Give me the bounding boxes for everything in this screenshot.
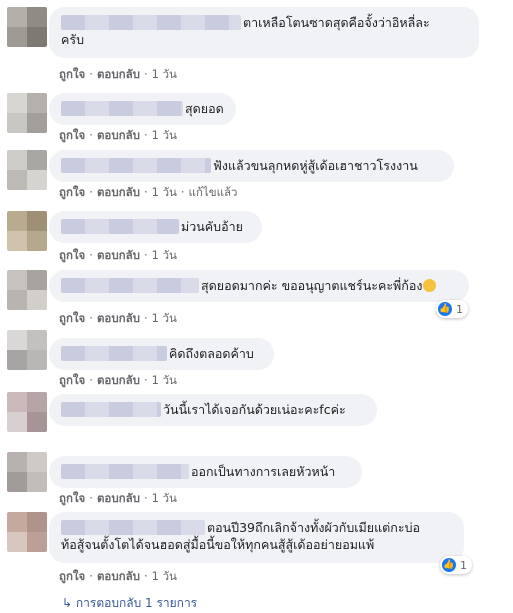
like-link[interactable]: ถูกใจ xyxy=(59,248,85,262)
comment-text: วันนี้เราได้เจอกันด้วยเน่อะคะfcค่ะ xyxy=(163,402,346,417)
separator-dot: · xyxy=(143,128,148,142)
comment-text: ตอนปี39ถึกเลิกจ้างทั้งผัวกับเมียแต่กะบ่อ xyxy=(207,520,421,535)
separator-dot: · xyxy=(89,491,93,505)
separator-dot: · xyxy=(143,248,148,262)
comment-timestamp[interactable]: 1 วัน xyxy=(152,311,177,325)
comment-text: คิดถึงตลอดค้าบ xyxy=(169,346,254,361)
comment-timestamp[interactable]: 1 วัน xyxy=(152,248,177,262)
like-link[interactable]: ถูกใจ xyxy=(59,569,85,583)
comment-text: สุดยอดมากค่ะ ขออนุญาตแชร์นะคะพี่ก้อง xyxy=(201,278,423,293)
comment-timestamp[interactable]: 1 วัน xyxy=(152,569,177,583)
reply-link[interactable]: ตอบกลับ xyxy=(97,491,140,505)
like-icon: 👍 xyxy=(438,302,452,316)
reaction-count: 1 xyxy=(460,558,467,572)
reply-link[interactable]: ตอบกลับ xyxy=(97,569,140,583)
comment-actions: ถูกใจ · ตอบกลับ · 1 วัน xyxy=(59,310,177,328)
separator-dot: · xyxy=(180,185,185,199)
separator-dot: · xyxy=(143,311,148,325)
comment-bubble: ม่วนคับอ้าย xyxy=(49,211,262,243)
comment-bubble: ตาเหลือโตนซาดสุดคือจั้งว่าอิหลี่ละ ครับ xyxy=(49,7,479,58)
avatar[interactable] xyxy=(7,270,47,310)
comment-text-continued: ท้อสู้จนตั้งโตได้จนฮอดสู่มื้อนี้ขอให้ทุก… xyxy=(61,537,375,552)
comment-timestamp[interactable]: 1 วัน xyxy=(152,67,177,81)
separator-dot: · xyxy=(89,67,93,81)
like-link[interactable]: ถูกใจ xyxy=(59,67,85,81)
comment-bubble: สุดยอด xyxy=(49,93,236,125)
commenter-name-blurred[interactable] xyxy=(61,346,167,361)
clapping-hands-emoji xyxy=(423,279,437,292)
reaction-count: 1 xyxy=(456,302,463,316)
separator-dot: · xyxy=(143,67,148,81)
comment-actions: ถูกใจ · ตอบกลับ · 1 วัน xyxy=(59,247,177,265)
separator-dot: · xyxy=(89,185,93,199)
reply-link[interactable]: ตอบกลับ xyxy=(97,128,140,142)
separator-dot: · xyxy=(143,373,148,387)
comment-text: ม่วนคับอ้าย xyxy=(181,219,243,234)
separator-dot: · xyxy=(89,569,93,583)
comment-actions: ถูกใจ · ตอบกลับ · 1 วัน xyxy=(59,490,177,508)
separator-dot: · xyxy=(89,128,93,142)
separator-dot: · xyxy=(89,373,93,387)
reply-arrow-icon: ↳ xyxy=(62,596,73,610)
comment-bubble: สุดยอดมากค่ะ ขออนุญาตแชร์นะคะพี่ก้อง xyxy=(49,270,469,302)
separator-dot: · xyxy=(89,311,93,325)
reply-link[interactable]: ตอบกลับ xyxy=(97,185,140,199)
view-replies-link[interactable]: ↳ การตอบกลับ 1 รายการ xyxy=(62,594,197,613)
separator-dot: · xyxy=(143,491,148,505)
comment-actions: ถูกใจ · ตอบกลับ · 1 วัน · แก้ไขแล้ว xyxy=(59,184,237,202)
like-link[interactable]: ถูกใจ xyxy=(59,128,85,142)
commenter-name-blurred[interactable] xyxy=(61,520,205,535)
comment-text: ออกเป็นทางการเลยหัวหน้า xyxy=(191,464,336,479)
avatar[interactable] xyxy=(7,150,47,190)
avatar[interactable] xyxy=(7,392,47,432)
reply-link[interactable]: ตอบกลับ xyxy=(97,311,140,325)
comment-bubble: วันนี้เราได้เจอกันด้วยเน่อะคะfcค่ะ xyxy=(49,394,377,426)
separator-dot: · xyxy=(143,185,148,199)
comment-actions: ถูกใจ · ตอบกลับ · 1 วัน xyxy=(59,66,177,84)
avatar[interactable] xyxy=(7,512,47,552)
commenter-name-blurred[interactable] xyxy=(61,219,179,234)
avatar[interactable] xyxy=(7,93,47,133)
comment-timestamp[interactable]: 1 วัน xyxy=(152,185,177,199)
commenter-name-blurred[interactable] xyxy=(61,15,241,30)
like-link[interactable]: ถูกใจ xyxy=(59,311,85,325)
comment-timestamp[interactable]: 1 วัน xyxy=(152,491,177,505)
like-link[interactable]: ถูกใจ xyxy=(59,373,85,387)
avatar[interactable] xyxy=(7,211,47,251)
commenter-name-blurred[interactable] xyxy=(61,158,211,173)
reaction-count-badge[interactable]: 👍 1 xyxy=(440,556,472,574)
reply-link[interactable]: ตอบกลับ xyxy=(97,67,140,81)
separator-dot: · xyxy=(143,569,148,583)
view-replies-text: การตอบกลับ 1 รายการ xyxy=(75,596,198,610)
comment-text-continued: ครับ xyxy=(61,32,85,47)
comment-text: ตาเหลือโตนซาดสุดคือจั้งว่าอิหลี่ละ xyxy=(243,15,430,30)
comment-text: ฟังแล้วขนลุกหดหู่สู้เด้อเฮาชาวโรงงาน xyxy=(213,158,418,173)
separator-dot: · xyxy=(89,248,93,262)
commenter-name-blurred[interactable] xyxy=(61,278,199,293)
edited-label[interactable]: แก้ไขแล้ว xyxy=(189,185,238,199)
like-icon: 👍 xyxy=(442,558,456,572)
comment-actions: ถูกใจ · ตอบกลับ · 1 วัน xyxy=(59,568,177,586)
reply-link[interactable]: ตอบกลับ xyxy=(97,248,140,262)
commenter-name-blurred[interactable] xyxy=(61,464,189,479)
reply-link[interactable]: ตอบกลับ xyxy=(97,373,140,387)
comment-bubble: คิดถึงตลอดค้าบ xyxy=(49,338,274,370)
commenter-name-blurred[interactable] xyxy=(61,101,183,116)
comment-timestamp[interactable]: 1 วัน xyxy=(152,373,177,387)
avatar[interactable] xyxy=(7,330,47,370)
reaction-count-badge[interactable]: 👍 1 xyxy=(436,300,468,318)
like-link[interactable]: ถูกใจ xyxy=(59,491,85,505)
comment-text: สุดยอด xyxy=(185,101,224,116)
comment-actions: ถูกใจ · ตอบกลับ · 1 วัน xyxy=(59,127,177,145)
comment-bubble: ตอนปี39ถึกเลิกจ้างทั้งผัวกับเมียแต่กะบ่อ… xyxy=(49,512,464,563)
avatar[interactable] xyxy=(7,452,47,492)
avatar[interactable] xyxy=(7,7,47,47)
comment-timestamp[interactable]: 1 วัน xyxy=(152,128,177,142)
comment-actions: ถูกใจ · ตอบกลับ · 1 วัน xyxy=(59,372,177,390)
comment-bubble: ออกเป็นทางการเลยหัวหน้า xyxy=(49,456,362,488)
comment-bubble: ฟังแล้วขนลุกหดหู่สู้เด้อเฮาชาวโรงงาน xyxy=(49,150,454,182)
commenter-name-blurred[interactable] xyxy=(61,402,161,417)
like-link[interactable]: ถูกใจ xyxy=(59,185,85,199)
